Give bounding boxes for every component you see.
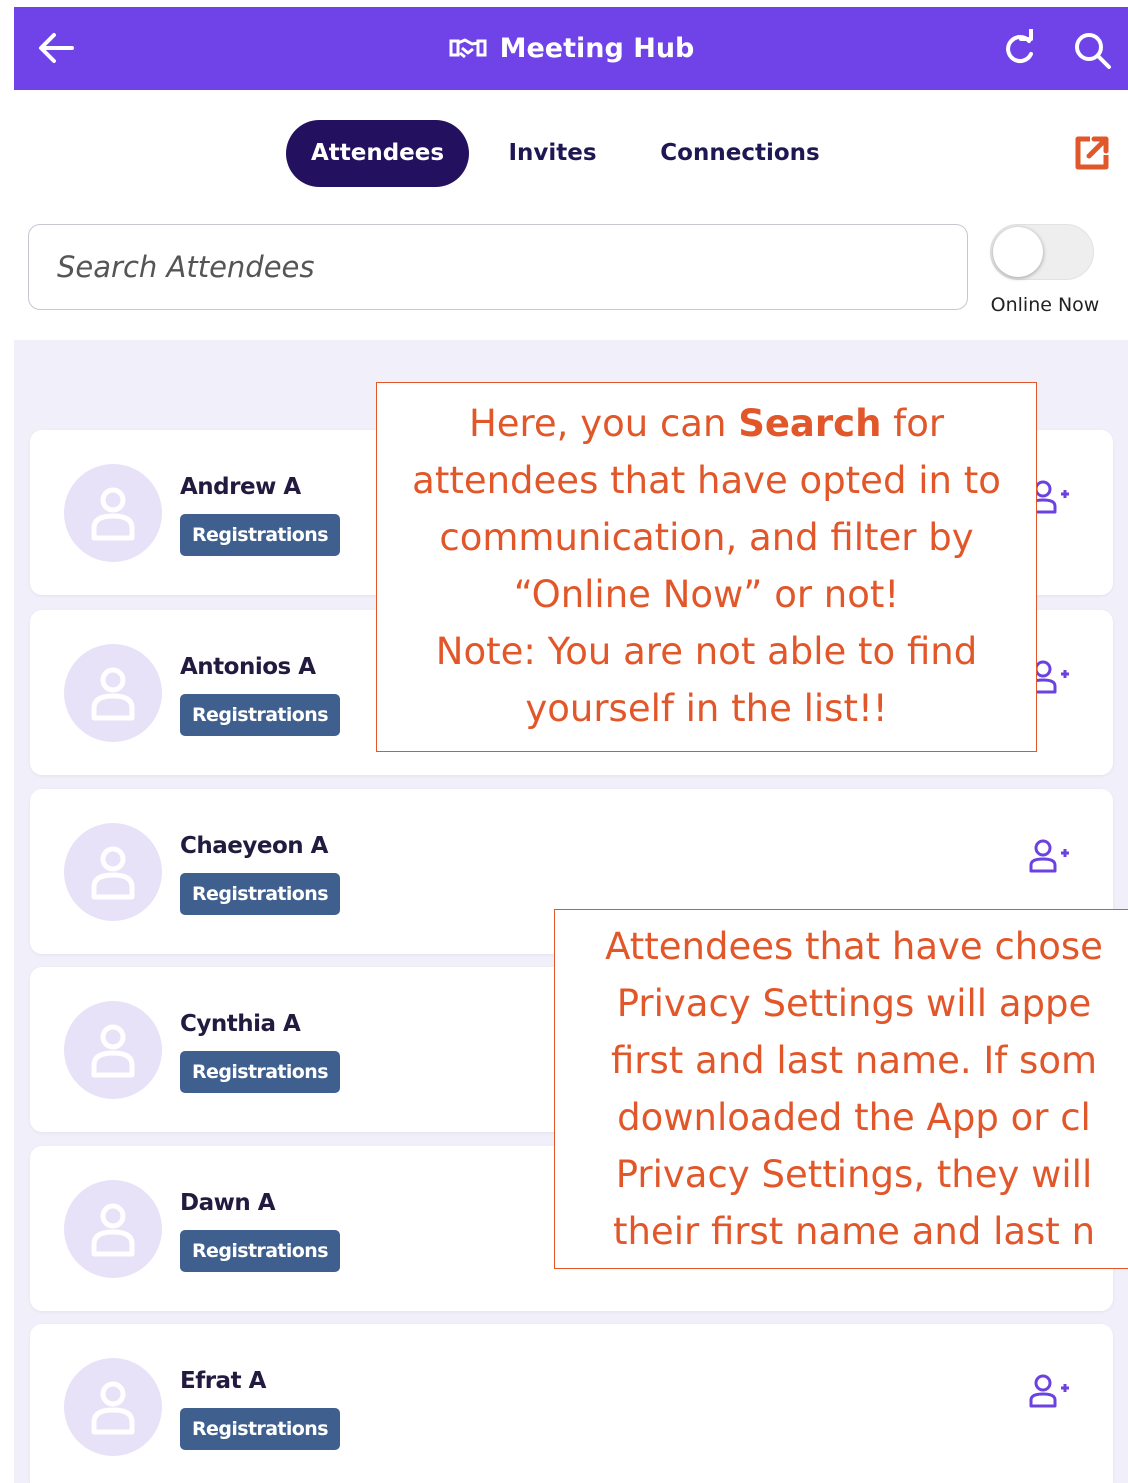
user-icon (91, 667, 135, 721)
callout-text: Here, you can (468, 402, 739, 445)
search-tip-callout: Here, you can Search for attendees that … (376, 382, 1037, 752)
refresh-icon[interactable] (999, 29, 1039, 69)
registrations-badge: Registrations (180, 1230, 340, 1272)
avatar (64, 464, 162, 562)
callout-line: first and last name. If som (610, 1039, 1098, 1082)
privacy-tip-callout: Attendees that have chose Privacy Settin… (554, 909, 1128, 1269)
header-title-group: Meeting Hub (14, 7, 1128, 90)
tab-bar: Attendees Invites Connections (0, 120, 1128, 190)
add-user-icon[interactable] (1028, 1372, 1070, 1412)
callout-line: Privacy Settings will appe (616, 982, 1092, 1025)
attendee-name: Cynthia A (180, 1011, 301, 1037)
callout-line: Attendees that have chose (605, 925, 1103, 968)
search-icon[interactable] (1071, 29, 1115, 73)
attendee-name: Antonios A (180, 654, 316, 680)
callout-line: downloaded the App or cl (617, 1096, 1091, 1139)
avatar (64, 823, 162, 921)
user-icon (91, 1381, 135, 1435)
tab-attendees[interactable]: Attendees (286, 120, 469, 187)
registrations-badge: Registrations (180, 514, 340, 556)
attendee-name: Dawn A (180, 1190, 276, 1216)
avatar (64, 1001, 162, 1099)
user-icon (91, 1203, 135, 1257)
page-title: Meeting Hub (499, 33, 695, 64)
callout-line: Privacy Settings, they will (615, 1153, 1093, 1196)
registrations-badge: Registrations (180, 873, 340, 915)
registrations-badge: Registrations (180, 1051, 340, 1093)
tab-invites[interactable]: Invites (490, 120, 615, 187)
attendee-name: Andrew A (180, 474, 301, 500)
search-input[interactable] (29, 225, 967, 309)
callout-note: Note: You are not able to find yourself … (435, 630, 978, 730)
search-attendees-field[interactable] (28, 224, 968, 310)
app-header: Meeting Hub (14, 7, 1128, 90)
attendee-card[interactable]: Efrat A Registrations (30, 1324, 1113, 1483)
callout-bold-text: Search (738, 402, 882, 445)
avatar (64, 1180, 162, 1278)
avatar (64, 1358, 162, 1456)
attendee-name: Efrat A (180, 1368, 266, 1394)
tab-connections[interactable]: Connections (640, 120, 840, 187)
add-user-icon[interactable] (1028, 837, 1070, 877)
registrations-badge: Registrations (180, 1408, 340, 1450)
toggle-knob (993, 227, 1043, 277)
user-icon (91, 846, 135, 900)
callout-line: their first name and last n (612, 1210, 1096, 1253)
online-now-label: Online Now (990, 294, 1100, 316)
user-icon (91, 487, 135, 541)
avatar (64, 644, 162, 742)
attendee-name: Chaeyeon A (180, 833, 328, 859)
external-link-icon[interactable] (1072, 133, 1112, 173)
registrations-badge: Registrations (180, 694, 340, 736)
online-now-toggle[interactable] (990, 224, 1094, 280)
user-icon (91, 1024, 135, 1078)
handshake-icon (449, 38, 487, 58)
